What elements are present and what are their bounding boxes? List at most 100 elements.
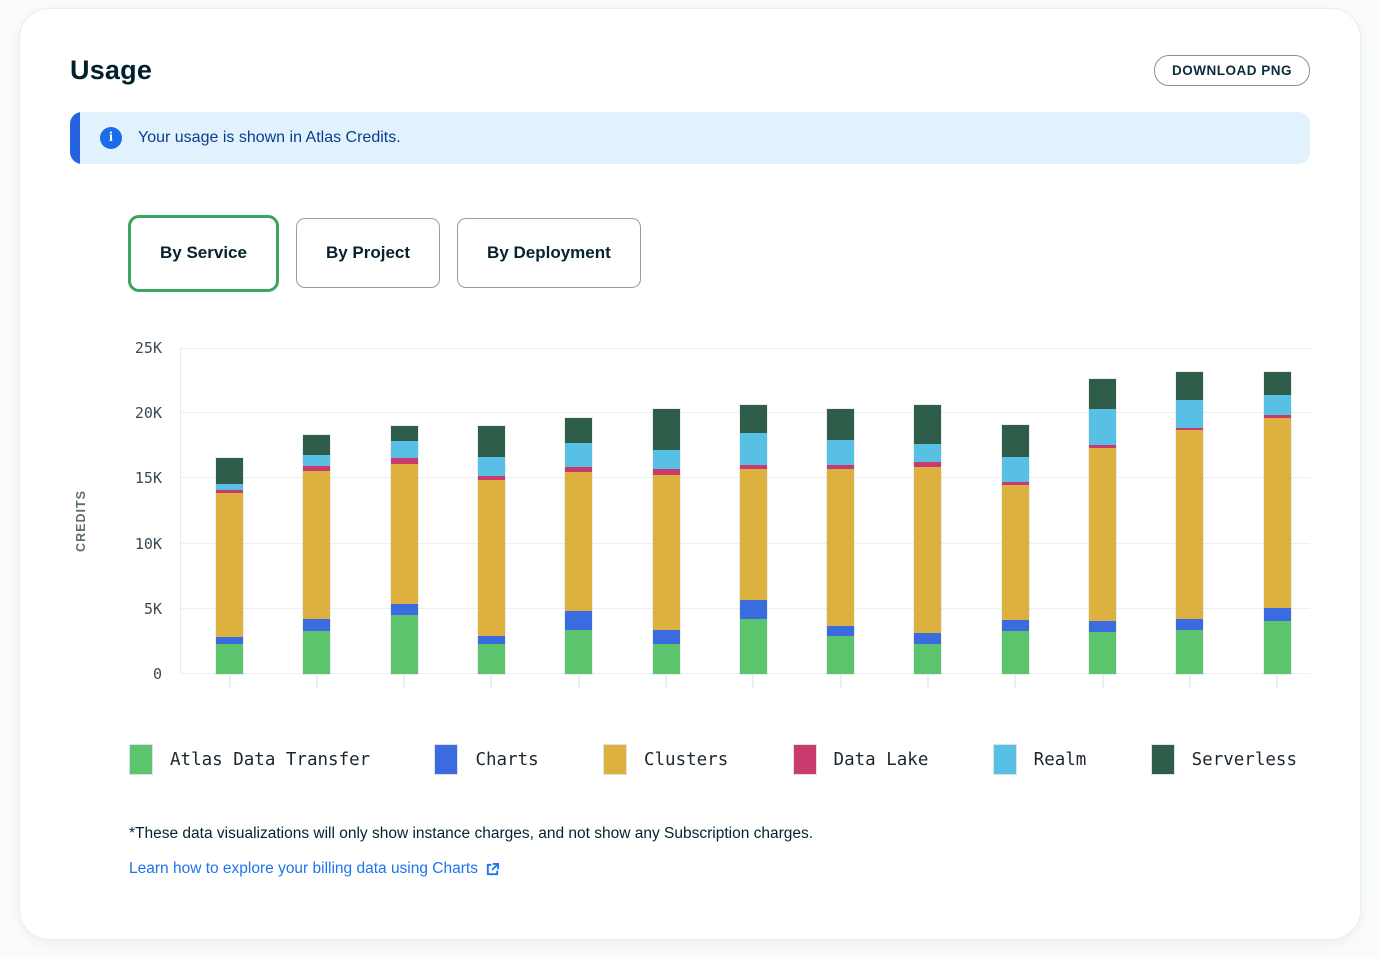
legend-swatch-charts [434, 744, 458, 775]
bar-segment-atlas-data-transfer[interactable] [740, 619, 767, 674]
bar-segment-atlas-data-transfer[interactable] [653, 644, 680, 674]
bar-3[interactable] [391, 426, 418, 674]
bar-segment-charts[interactable] [216, 637, 243, 644]
bar-segment-atlas-data-transfer[interactable] [1176, 630, 1203, 674]
bar-segment-realm[interactable] [1089, 409, 1116, 444]
bar-segment-atlas-data-transfer[interactable] [303, 631, 330, 674]
bar-segment-atlas-data-transfer[interactable] [565, 630, 592, 674]
bar-segment-atlas-data-transfer[interactable] [1264, 621, 1291, 674]
x-tick [840, 674, 842, 688]
bar-segment-charts[interactable] [740, 600, 767, 620]
bar-segment-clusters[interactable] [216, 493, 243, 636]
bar-segment-serverless[interactable] [1264, 372, 1291, 395]
y-tick-label: 25K [70, 339, 162, 357]
usage-card: Usage DOWNLOAD PNG i Your usage is shown… [19, 8, 1361, 940]
x-tick [927, 674, 929, 688]
bar-segment-clusters[interactable] [653, 475, 680, 630]
tab-by-deployment[interactable]: By Deployment [457, 218, 641, 288]
plot-area [180, 348, 1310, 674]
bar-12[interactable] [1176, 372, 1203, 674]
bar-segment-clusters[interactable] [1089, 448, 1116, 620]
bar-segment-charts[interactable] [1089, 621, 1116, 633]
bar-segment-realm[interactable] [1264, 395, 1291, 415]
bar-segment-realm[interactable] [303, 455, 330, 466]
bar-segment-atlas-data-transfer[interactable] [391, 615, 418, 674]
bar-segment-atlas-data-transfer[interactable] [1002, 631, 1029, 674]
bar-6[interactable] [653, 409, 680, 674]
bar-2[interactable] [303, 435, 330, 674]
legend-item-serverless: Serverless [1151, 744, 1297, 775]
bar-segment-realm[interactable] [653, 450, 680, 468]
x-tick [1102, 674, 1104, 688]
tab-by-project[interactable]: By Project [296, 218, 440, 288]
bar-segment-serverless[interactable] [653, 409, 680, 450]
bar-7[interactable] [740, 405, 767, 674]
bar-segment-clusters[interactable] [914, 467, 941, 633]
bar-segment-serverless[interactable] [827, 409, 854, 440]
bar-segment-serverless[interactable] [216, 458, 243, 484]
legend-item-data-lake: Data Lake [793, 744, 929, 775]
bar-segment-clusters[interactable] [740, 469, 767, 599]
bar-segment-charts[interactable] [827, 626, 854, 636]
view-toggle-group: By ServiceBy ProjectBy Deployment [128, 214, 1310, 292]
bar-11[interactable] [1089, 379, 1116, 674]
y-tick-label: 5K [70, 600, 162, 618]
bar-8[interactable] [827, 409, 854, 674]
bar-segment-charts[interactable] [1176, 619, 1203, 629]
bar-segment-serverless[interactable] [391, 426, 418, 441]
bar-segment-realm[interactable] [1002, 457, 1029, 482]
bar-segment-serverless[interactable] [1089, 379, 1116, 409]
bar-segment-charts[interactable] [1264, 608, 1291, 620]
bar-segment-serverless[interactable] [565, 418, 592, 443]
bar-segment-serverless[interactable] [1002, 425, 1029, 457]
footnote-text: *These data visualizations will only sho… [129, 825, 1310, 843]
bar-segment-clusters[interactable] [478, 480, 505, 635]
y-tick-label: 0 [70, 665, 162, 683]
bar-segment-serverless[interactable] [303, 435, 330, 455]
bar-segment-realm[interactable] [740, 433, 767, 464]
bar-segment-realm[interactable] [478, 457, 505, 477]
bar-segment-atlas-data-transfer[interactable] [914, 644, 941, 674]
bar-segment-realm[interactable] [565, 443, 592, 466]
bar-13[interactable] [1264, 372, 1291, 674]
bar-segment-charts[interactable] [565, 611, 592, 629]
bar-segment-realm[interactable] [391, 441, 418, 458]
bar-segment-serverless[interactable] [740, 405, 767, 433]
bar-segment-realm[interactable] [827, 440, 854, 465]
bar-segment-clusters[interactable] [391, 464, 418, 604]
legend-item-atlas-data-transfer: Atlas Data Transfer [129, 744, 370, 775]
bar-segment-charts[interactable] [914, 633, 941, 644]
bar-segment-atlas-data-transfer[interactable] [1089, 632, 1116, 674]
legend-label: Data Lake [834, 750, 929, 770]
bar-segment-atlas-data-transfer[interactable] [216, 644, 243, 674]
bar-4[interactable] [478, 426, 505, 674]
bar-segment-charts[interactable] [653, 630, 680, 644]
bar-segment-realm[interactable] [1176, 400, 1203, 427]
bar-segment-serverless[interactable] [914, 405, 941, 443]
bar-5[interactable] [565, 418, 592, 674]
bar-10[interactable] [1002, 425, 1029, 674]
bar-1[interactable] [216, 458, 243, 674]
bar-segment-clusters[interactable] [1176, 430, 1203, 619]
download-png-button[interactable]: DOWNLOAD PNG [1154, 55, 1310, 86]
bar-segment-atlas-data-transfer[interactable] [478, 644, 505, 674]
bar-9[interactable] [914, 405, 941, 674]
tab-by-service[interactable]: By Service [128, 215, 279, 292]
legend-item-charts: Charts [434, 744, 538, 775]
legend-swatch-realm [993, 744, 1017, 775]
bar-segment-charts[interactable] [391, 604, 418, 616]
bar-segment-atlas-data-transfer[interactable] [827, 636, 854, 674]
bar-segment-realm[interactable] [914, 444, 941, 462]
bar-segment-clusters[interactable] [565, 472, 592, 612]
bar-segment-serverless[interactable] [1176, 372, 1203, 401]
bar-segment-clusters[interactable] [1002, 485, 1029, 620]
bar-segment-serverless[interactable] [478, 426, 505, 457]
info-icon: i [100, 127, 122, 149]
bar-segment-charts[interactable] [478, 636, 505, 644]
billing-data-charts-link[interactable]: Learn how to explore your billing data u… [129, 860, 500, 878]
bar-segment-clusters[interactable] [827, 469, 854, 625]
bar-segment-charts[interactable] [303, 619, 330, 631]
bar-segment-charts[interactable] [1002, 620, 1029, 631]
bar-segment-clusters[interactable] [1264, 418, 1291, 608]
bar-segment-clusters[interactable] [303, 471, 330, 620]
